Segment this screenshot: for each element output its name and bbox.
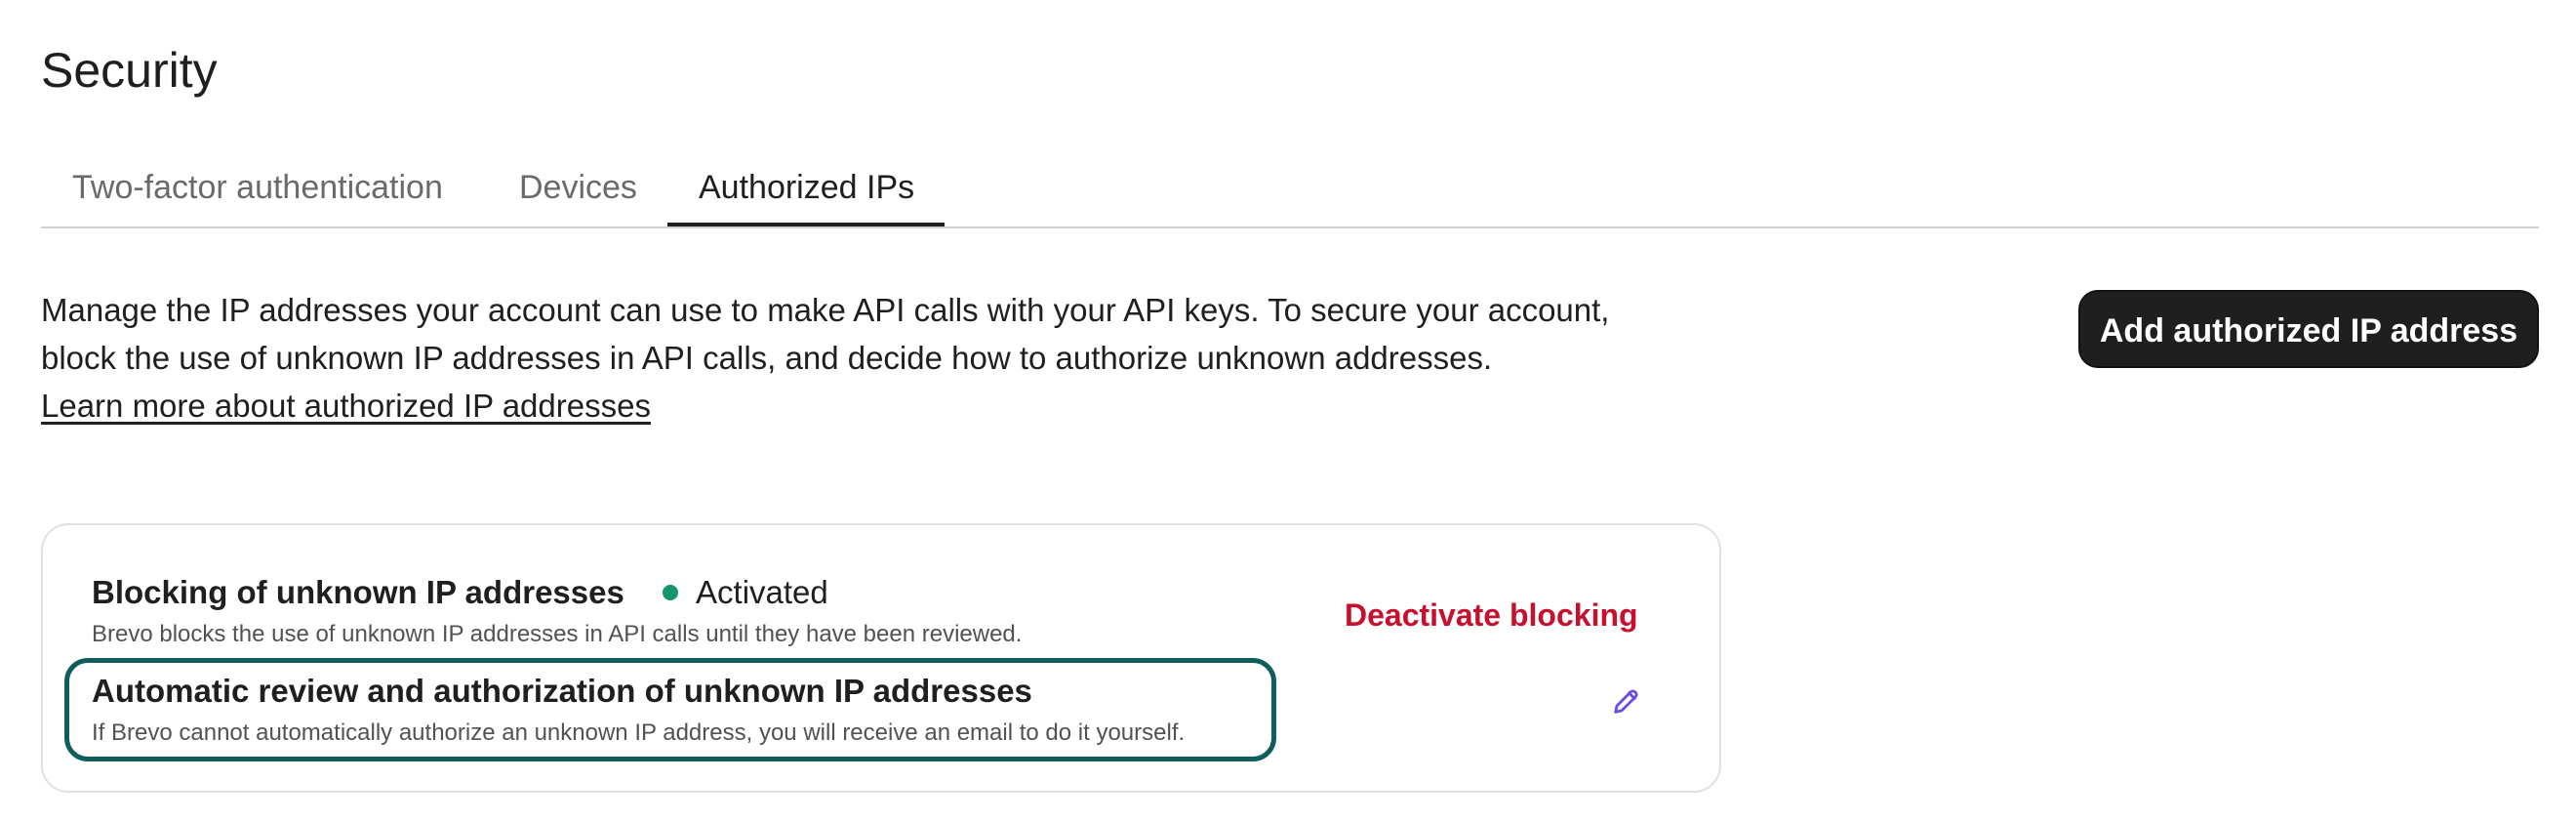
blocking-title: Blocking of unknown IP addresses — [92, 574, 624, 610]
description-line-2: block the use of unknown IP addresses in… — [41, 340, 1493, 376]
tab-two-factor-authentication[interactable]: Two-factor authentication — [41, 154, 474, 226]
deactivate-blocking-button[interactable]: Deactivate blocking — [1345, 596, 1638, 635]
automatic-review-setting: Automatic review and authorization of un… — [64, 658, 1276, 761]
status-dot-icon — [663, 585, 679, 600]
description-line-1: Manage the IP addresses your account can… — [41, 292, 1610, 328]
automatic-review-title: Automatic review and authorization of un… — [92, 673, 1032, 709]
pencil-icon — [1610, 684, 1643, 722]
status-badge: Activated — [663, 572, 828, 613]
page-title: Security — [41, 43, 218, 98]
tab-authorized-ips[interactable]: Authorized IPs — [667, 154, 945, 226]
add-authorized-ip-button[interactable]: Add authorized IP address — [2078, 290, 2539, 368]
security-tabs: Two-factor authentication Devices Author… — [41, 154, 2539, 228]
security-page: Security Two-factor authentication Devic… — [0, 0, 2576, 822]
tab-devices[interactable]: Devices — [488, 154, 668, 226]
ip-settings-card: Blocking of unknown IP addresses Activat… — [41, 523, 1721, 793]
automatic-review-description: If Brevo cannot automatically authorize … — [92, 719, 1186, 746]
edit-automatic-review-button[interactable] — [1608, 684, 1645, 721]
status-text: Activated — [696, 574, 828, 610]
authorized-ips-description: Manage the IP addresses your account can… — [41, 286, 1758, 430]
learn-more-link[interactable]: Learn more about authorized IP addresses — [41, 388, 651, 424]
